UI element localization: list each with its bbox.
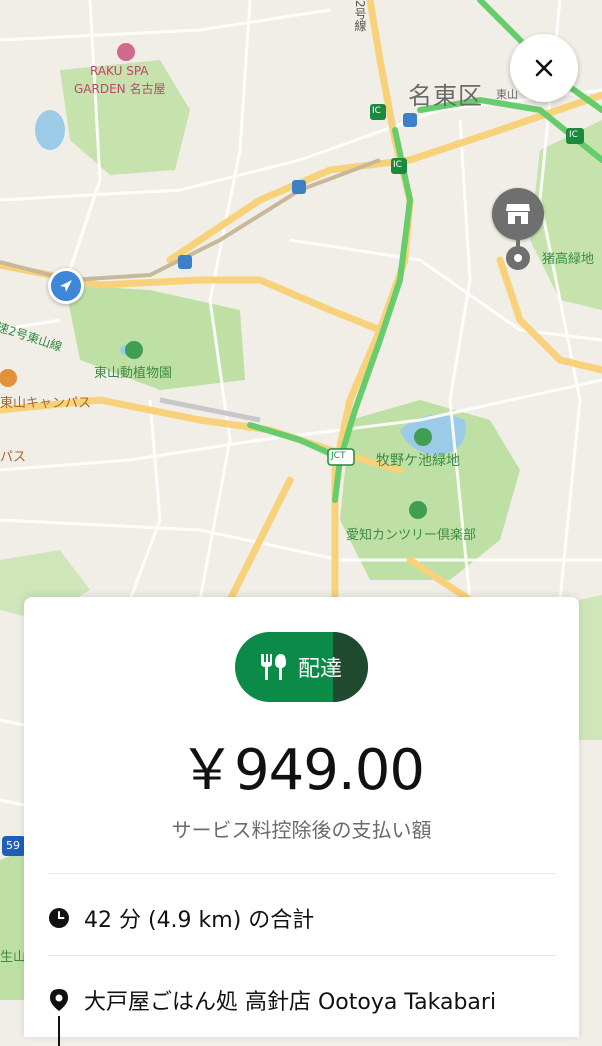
- trip-summary-text: 42 分 (4.9 km) の合計: [84, 908, 315, 933]
- navigation-arrow-icon: [60, 280, 72, 292]
- clock-icon: [48, 907, 70, 929]
- close-button[interactable]: [510, 34, 578, 102]
- delivery-type-badge: 配達: [235, 632, 368, 702]
- location-pin-icon: [48, 989, 70, 1011]
- badge-label: 配達: [298, 657, 343, 682]
- map-label-route-59: 59: [6, 839, 20, 852]
- store-pin[interactable]: [492, 188, 544, 240]
- pickup-location-row: 大戸屋ごはん処 高針店 Ootoya Takabari: [48, 984, 496, 1016]
- map-label-higashiyama-campus: 東山キャンパス: [0, 396, 92, 411]
- divider: [48, 955, 556, 956]
- pickup-location-text: 大戸屋ごはん処 高針店 Ootoya Takabari: [84, 990, 497, 1015]
- payout-description: サービス料控除後の支払い額: [171, 818, 432, 842]
- map-label-jct: JCT: [331, 451, 346, 461]
- map-label-makinogaike: 牧野ケ池緑地: [376, 453, 460, 469]
- map-label-ikusan: 生山: [0, 950, 27, 965]
- map-label-campus-2: パス: [0, 450, 27, 465]
- map-label-inokodaka: 猪高緑地: [542, 252, 595, 267]
- map-label-higashi: 東山: [496, 88, 518, 101]
- map-label-ic-1: IC: [372, 106, 381, 116]
- payout-amount: ￥949.00: [179, 738, 425, 803]
- map-label-ic-3: IC: [569, 130, 578, 140]
- restaurant-icon: [261, 654, 286, 680]
- map-label-ic-2: IC: [393, 160, 402, 170]
- map-label-aichi-cc: 愛知カンツリー倶楽部: [346, 528, 477, 543]
- map-label-meito-ku: 名東区: [408, 82, 483, 110]
- divider: [48, 873, 556, 874]
- current-location-marker: [48, 268, 84, 304]
- delivery-offer-card: 配達 ￥949.00 サービス料控除後の支払い額 42 分 (4.9 km) の…: [24, 597, 579, 1046]
- map-label-route2: 2号線: [353, 0, 367, 32]
- close-icon: [535, 59, 553, 77]
- store-location-dot: [506, 246, 530, 270]
- trip-summary-row: 42 分 (4.9 km) の合計: [48, 902, 314, 934]
- map-label-raku-garden: GARDEN 名古屋: [74, 82, 166, 96]
- route-connector-line: [58, 1016, 60, 1046]
- map-label-raku-spa: RAKU SPA: [90, 64, 149, 78]
- store-icon: [506, 204, 530, 224]
- map-label-zoo: 東山動植物園: [94, 366, 173, 381]
